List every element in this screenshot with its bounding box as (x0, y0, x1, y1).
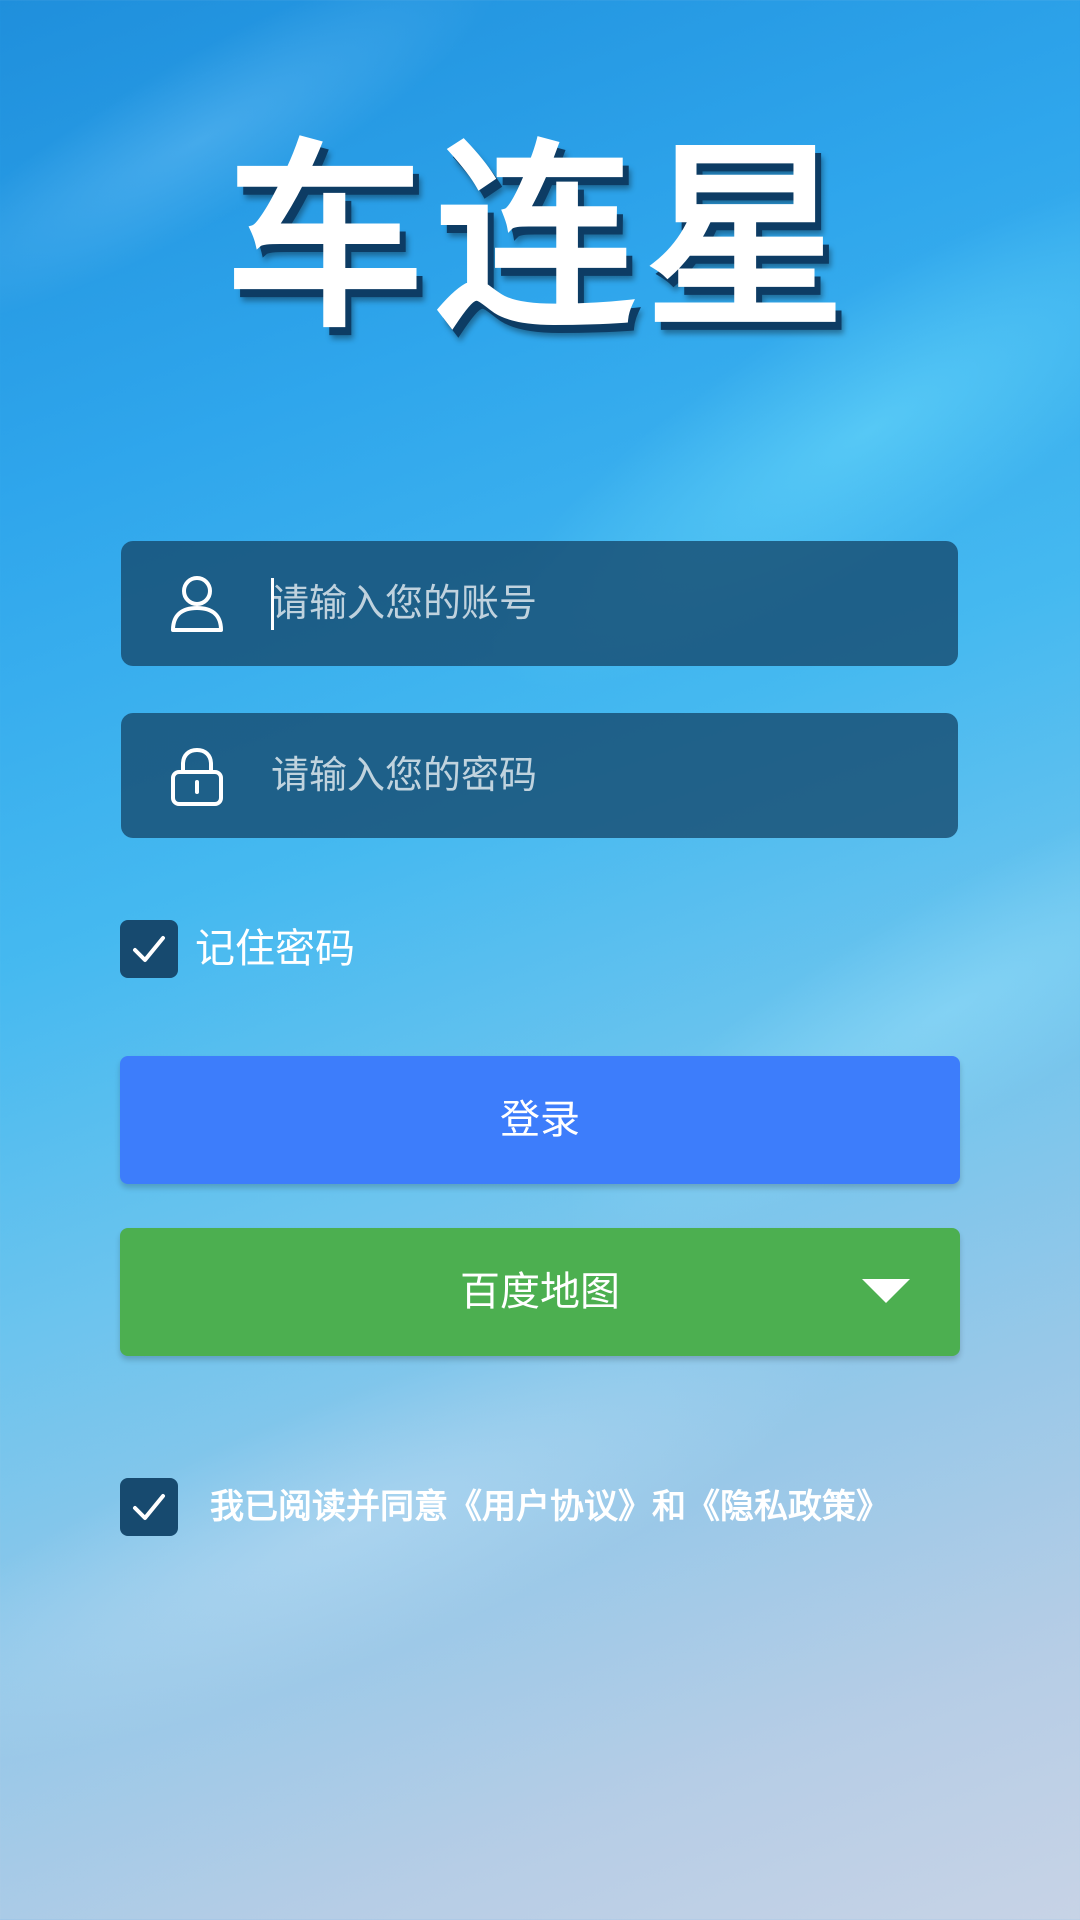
privacy-policy-link[interactable]: 《隐私政策》 (686, 1487, 890, 1527)
password-field[interactable]: 请输入您的密码 (121, 713, 958, 838)
agreement-prefix: 我已阅读并同意 (210, 1487, 448, 1527)
lock-icon (169, 746, 225, 806)
agreement-text: 我已阅读并同意《用户协议》和《隐私政策》 (210, 1478, 890, 1536)
login-button[interactable]: 登录 (120, 1056, 960, 1184)
remember-password-checkbox[interactable] (120, 920, 178, 978)
agreement-checkbox[interactable] (120, 1478, 178, 1536)
password-input[interactable]: 请输入您的密码 (271, 713, 537, 838)
user-icon (169, 574, 225, 634)
check-icon (133, 1494, 165, 1520)
check-icon (133, 936, 165, 962)
chevron-down-icon (862, 1279, 910, 1303)
remember-password-label[interactable]: 记住密码 (195, 920, 355, 978)
user-agreement-link[interactable]: 《用户协议》 (448, 1487, 652, 1527)
agreement-conjunction: 和 (652, 1487, 686, 1527)
app-logo: 车连星 (224, 123, 855, 356)
username-input[interactable]: 请输入您的账号 (271, 541, 537, 666)
map-provider-label: 百度地图 (460, 1269, 620, 1315)
map-provider-select[interactable]: 百度地图 (120, 1228, 960, 1356)
username-field[interactable]: 请输入您的账号 (121, 541, 958, 666)
